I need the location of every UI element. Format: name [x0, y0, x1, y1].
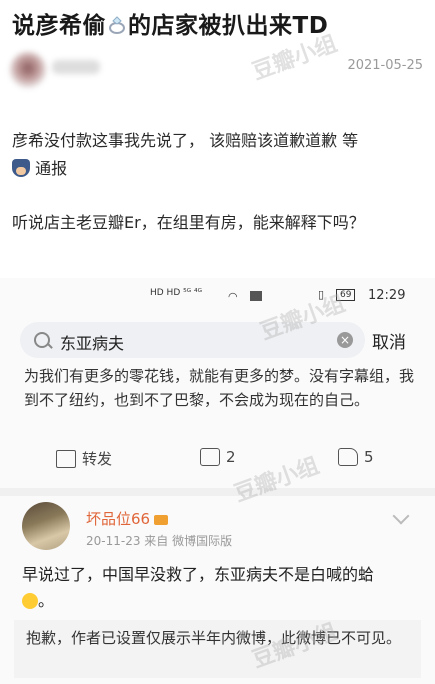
- cancel-button[interactable]: 取消: [372, 328, 406, 353]
- like-button[interactable]: 5: [338, 448, 374, 466]
- action-bar: 转发 2 5: [0, 444, 435, 476]
- comment-icon: [200, 448, 220, 466]
- post-body-line-3: 听说店主老豆瓣Er，在组里有房，能来解释下吗？: [12, 213, 365, 232]
- comment-text-body: 早说过了，中国早没救了，东亚病夫不是白喊的蛤: [22, 565, 375, 584]
- title-part-1: 说彦希偷: [12, 13, 106, 39]
- hidden-post-notice: 抱歉，作者已设置仅展示半年内微博，此微博已不可见。: [14, 620, 421, 678]
- post-body-line-1: 彦希没付款这事我先说了， 该赔赔该道歉道歉 等: [12, 131, 359, 150]
- search-input[interactable]: 东亚病夫 ×: [20, 322, 365, 358]
- notification-icon: [250, 291, 262, 301]
- post-title: 说彦希偷 的店家被扒出来TD: [12, 6, 328, 40]
- title-part-2: 的店家被扒出来TD: [128, 13, 329, 39]
- battery-icon: 69: [336, 289, 356, 301]
- search-query: 东亚病夫: [60, 334, 125, 353]
- like-count: 5: [364, 448, 374, 466]
- commenter-username: 坏品位66: [86, 510, 151, 528]
- status-bar: HD HD ⁵ᴳ ⁴ᴳ ◠ ▯ 69 12:29: [150, 286, 430, 308]
- comment-meta: 20-11-23 来自 微博国际版: [86, 534, 233, 548]
- post-body-line-2: 通报: [12, 156, 67, 182]
- police-emoji-icon: [12, 159, 30, 177]
- ring-icon: [109, 16, 125, 34]
- post-body-line-2-text: 通报: [35, 159, 68, 178]
- vibrate-icon: ▯: [318, 288, 325, 301]
- weibo-post-text: 为我们有更多的零花钱，就能有更多的梦。没有字幕组，我到不了纽约，也到不了巴黎，不…: [24, 367, 415, 409]
- post-date: 2021-05-25: [347, 58, 423, 73]
- search-row: 东亚病夫 × 取消: [20, 322, 420, 358]
- notice-text: 抱歉，作者已设置仅展示半年内微博，此微博已不可见。: [26, 629, 402, 647]
- share-button[interactable]: 转发: [56, 448, 112, 469]
- clear-icon[interactable]: ×: [337, 332, 353, 348]
- commenter-avatar[interactable]: [22, 502, 70, 550]
- author-avatar-blurred[interactable]: [10, 52, 46, 88]
- comment-text: 早说过了，中国早没救了，东亚病夫不是白喊的蛤。: [22, 565, 375, 610]
- share-icon: [56, 449, 76, 468]
- hd-signal-icon: HD HD ⁵ᴳ ⁴ᴳ: [150, 288, 202, 298]
- section-divider: [0, 488, 435, 496]
- commenter-name[interactable]: 坏品位66: [86, 508, 169, 529]
- share-label: 转发: [82, 450, 113, 468]
- search-icon: [34, 332, 50, 348]
- status-time: 12:29: [368, 288, 406, 303]
- vip-crown-icon: [154, 515, 169, 525]
- thumbs-up-icon: [338, 448, 358, 466]
- comment-button[interactable]: 2: [200, 448, 236, 466]
- author-name-blurred[interactable]: [52, 60, 100, 74]
- smiley-emoji-icon: [22, 593, 38, 609]
- wifi-icon: ◠: [228, 290, 238, 303]
- comment-count: 2: [226, 448, 236, 466]
